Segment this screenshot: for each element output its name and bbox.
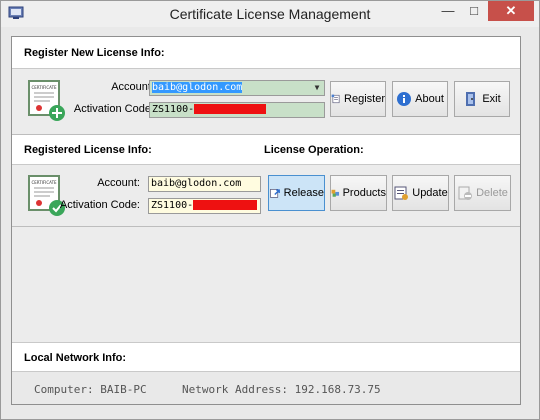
main-panel: Register New License Info: CERTIFICATE A… — [11, 36, 521, 405]
register-icon — [331, 94, 340, 104]
about-button-label: About — [415, 93, 444, 105]
svg-text:CERTIFICATE: CERTIFICATE — [31, 85, 57, 90]
registered-activation-value: ZS1100- — [151, 200, 194, 211]
minimize-button[interactable]: — — [435, 1, 461, 21]
account-label: Account: — [111, 81, 154, 93]
update-icon — [394, 186, 409, 200]
info-icon — [397, 92, 412, 106]
activation-code-input[interactable]: ZS1100- — [149, 102, 325, 118]
computer-name: Computer: BAIB-PC — [34, 383, 147, 396]
delete-button-label: Delete — [476, 187, 508, 199]
maximize-button[interactable]: □ — [461, 1, 487, 21]
registered-heading: Registered License Info: — [24, 144, 152, 156]
about-button[interactable]: About — [392, 81, 448, 117]
delete-button[interactable]: Delete — [454, 175, 511, 211]
certificate-add-icon: CERTIFICATE — [28, 80, 65, 121]
registered-section: CERTIFICATE Account: baib@glodon.com Act… — [12, 165, 520, 227]
registered-header: Registered License Info: License Operati… — [12, 135, 520, 165]
registered-activation-label: Activation Code: — [59, 199, 140, 211]
delete-icon — [458, 186, 473, 200]
network-heading: Local Network Info: — [24, 352, 127, 364]
products-icon — [331, 189, 340, 197]
register-heading: Register New License Info: — [24, 47, 165, 59]
registered-activation-field: ZS1100- — [148, 198, 261, 214]
update-button[interactable]: Update — [392, 175, 449, 211]
app-window: Certificate License Management — □ ✕ Reg… — [0, 0, 540, 420]
update-button-label: Update — [412, 187, 448, 199]
account-combobox[interactable]: baib@glodon.com ▼ — [149, 80, 325, 96]
network-address: Network Address: 192.168.73.75 — [182, 383, 381, 396]
redaction-bar — [194, 104, 267, 114]
release-button-label: Release — [283, 187, 324, 199]
network-header: Local Network Info: — [12, 342, 520, 372]
register-button[interactable]: Register — [330, 81, 386, 117]
exit-button[interactable]: Exit — [454, 81, 510, 117]
register-header: Register New License Info: — [12, 37, 520, 69]
redaction-bar — [193, 200, 258, 210]
registered-account-label: Account: — [97, 177, 140, 189]
account-value: baib@glodon.com — [152, 82, 243, 93]
exit-door-icon — [466, 92, 476, 106]
license-operation-heading: License Operation: — [264, 144, 364, 156]
products-button-label: Products — [342, 187, 386, 199]
close-button[interactable]: ✕ — [488, 1, 534, 21]
release-icon — [270, 188, 280, 198]
exit-button-label: Exit — [482, 93, 501, 105]
svg-text:CERTIFICATE: CERTIFICATE — [31, 180, 57, 185]
empty-area — [12, 227, 520, 342]
activation-code-label: Activation Code: — [73, 103, 154, 115]
registered-account-field: baib@glodon.com — [148, 176, 261, 192]
products-button[interactable]: Products — [330, 175, 387, 211]
register-button-label: Register — [344, 93, 385, 105]
title-bar[interactable]: Certificate License Management — □ ✕ — [1, 1, 539, 27]
activation-code-value: ZS1100- — [152, 104, 195, 115]
chevron-down-icon[interactable]: ▼ — [310, 81, 324, 95]
release-button[interactable]: Release — [268, 175, 325, 211]
register-section: CERTIFICATE Account: baib@glodon.com ▼ A… — [12, 69, 520, 135]
